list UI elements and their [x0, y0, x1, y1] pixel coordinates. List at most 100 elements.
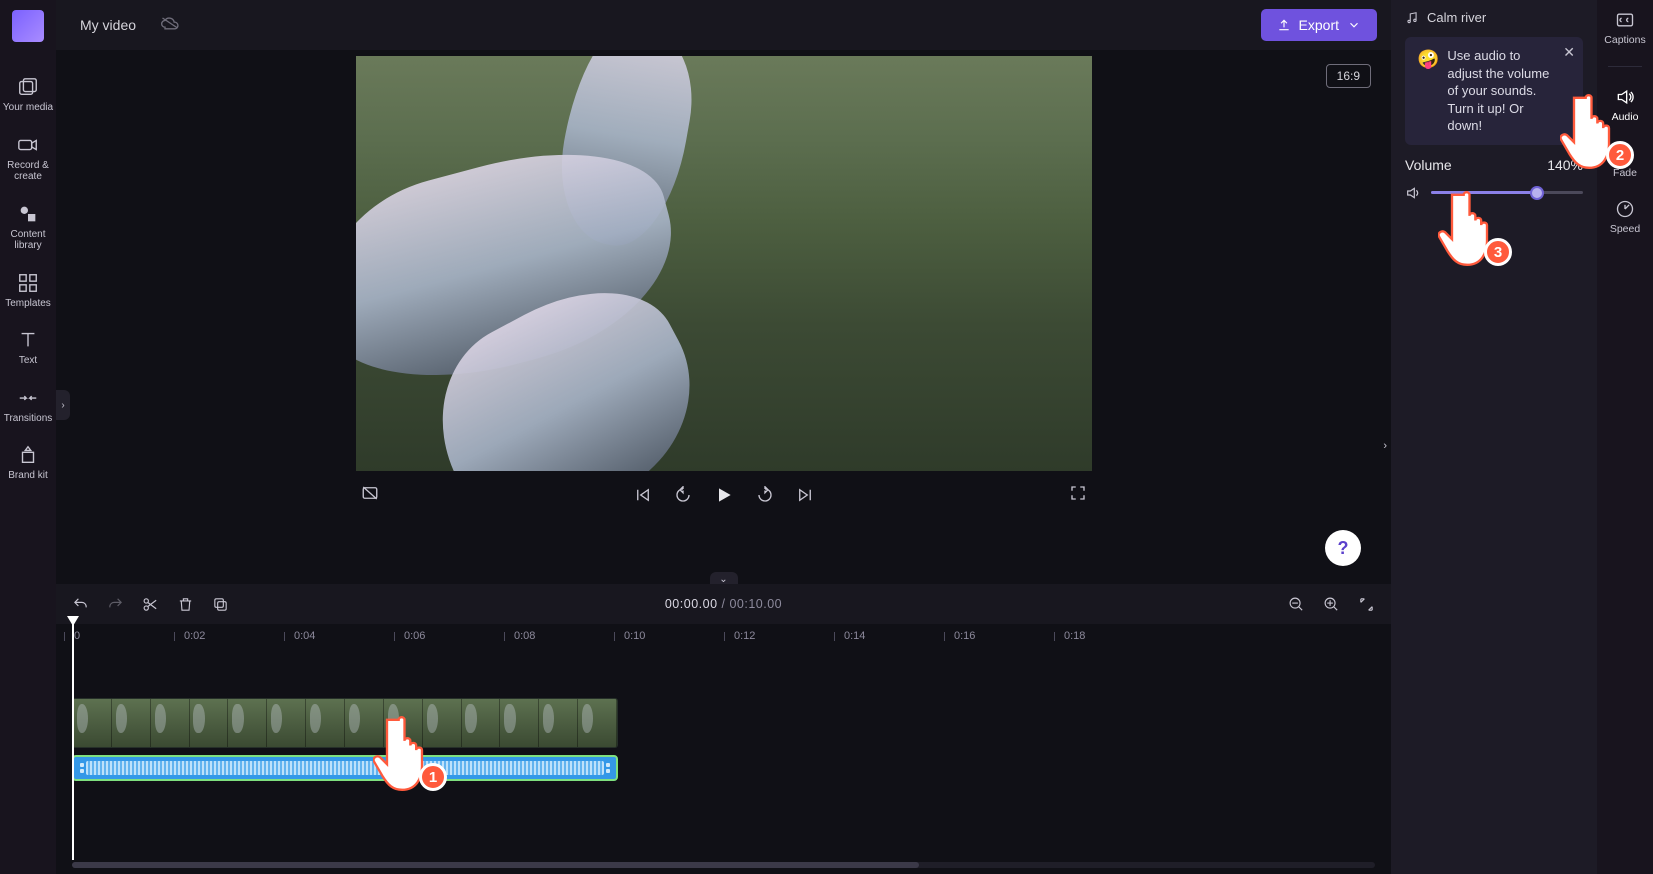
video-clip[interactable]: [72, 698, 618, 748]
selected-clip-title: Calm river: [1405, 10, 1583, 25]
skip-back-button[interactable]: [634, 486, 652, 504]
rail-audio[interactable]: Audio: [1612, 87, 1639, 123]
duplicate-button[interactable]: [212, 596, 229, 613]
ruler-tick: 0:08: [514, 630, 535, 642]
project-name-input[interactable]: My video: [70, 11, 146, 39]
ruler-tick: 0:18: [1064, 630, 1085, 642]
aspect-ratio-badge[interactable]: 16:9: [1326, 64, 1371, 88]
timeline-tracks[interactable]: [56, 654, 1391, 874]
upload-icon: [1277, 18, 1291, 32]
zoom-out-button[interactable]: [1288, 596, 1305, 613]
zoom-in-button[interactable]: [1323, 596, 1340, 613]
ruler-tick: 0:12: [734, 630, 755, 642]
nav-label: Content library: [2, 229, 54, 252]
fit-timeline-button[interactable]: [1358, 596, 1375, 613]
rail-label: Speed: [1610, 223, 1640, 235]
rail-speed[interactable]: Speed: [1610, 199, 1640, 235]
rail-captions[interactable]: Captions: [1604, 10, 1645, 46]
nav-transitions[interactable]: Transitions: [0, 383, 56, 429]
timecode-display: 00:00.00 / 00:10.00: [665, 597, 782, 611]
topbar: My video Export: [56, 0, 1391, 50]
rail-label: Captions: [1604, 34, 1645, 46]
ruler-tick: 0:16: [954, 630, 975, 642]
main-column: My video Export 16:9: [56, 0, 1391, 874]
music-note-icon: [1405, 11, 1419, 25]
tip-close-button[interactable]: ✕: [1563, 43, 1575, 62]
nav-your-media[interactable]: Your media: [0, 72, 56, 118]
rail-label: Fade: [1613, 167, 1637, 179]
cloud-sync-off-icon[interactable]: [160, 15, 180, 36]
nav-label: Your media: [3, 102, 53, 114]
right-panel-collapse-toggle[interactable]: ›: [1383, 440, 1387, 452]
ruler-tick: 0:14: [844, 630, 865, 642]
scrollbar-thumb[interactable]: [72, 862, 919, 868]
timeline-wrap: 00:00.00 / 00:10.00 0 0:02 0:04 0:06 0:0…: [56, 584, 1391, 874]
fullscreen-button[interactable]: [1069, 484, 1087, 507]
audio-clip[interactable]: [72, 755, 618, 781]
volume-row: Volume 140%: [1405, 157, 1583, 173]
volume-slider[interactable]: [1431, 191, 1583, 194]
timecode-duration: 00:10.00: [729, 597, 782, 611]
text-icon: [17, 329, 39, 351]
rail-label: Audio: [1612, 111, 1639, 123]
split-button[interactable]: [142, 596, 159, 613]
delete-button[interactable]: [177, 596, 194, 613]
captions-icon: [1615, 10, 1635, 30]
volume-label: Volume: [1405, 157, 1452, 173]
export-label: Export: [1299, 17, 1339, 33]
app-logo: [12, 10, 44, 42]
audio-properties-panel: Calm river 🤪 Use audio to adjust the vol…: [1391, 0, 1597, 874]
playhead[interactable]: [72, 620, 74, 860]
grid-icon: [17, 272, 39, 294]
timecode-current: 00:00.00: [665, 597, 718, 611]
clip-handle-left[interactable]: [80, 763, 84, 773]
nav-label: Text: [19, 355, 37, 367]
step-forward-button[interactable]: [756, 486, 774, 504]
nav-text[interactable]: Text: [0, 325, 56, 371]
rail-fade[interactable]: Fade: [1613, 143, 1637, 179]
ruler-tick: 0:10: [624, 630, 645, 642]
nav-label: Templates: [5, 298, 51, 310]
timeline-ruler[interactable]: 0 0:02 0:04 0:06 0:08 0:10 0:12 0:14 0:1…: [72, 624, 1375, 654]
speaker-icon[interactable]: [1405, 185, 1421, 201]
transition-icon: [17, 387, 39, 409]
ruler-tick: 0:02: [184, 630, 205, 642]
right-tool-rail: Captions Audio Fade Speed: [1597, 0, 1653, 874]
audio-icon: [1615, 87, 1635, 107]
redo-button[interactable]: [107, 596, 124, 613]
nav-label: Transitions: [4, 413, 53, 425]
media-stack-icon: [17, 76, 39, 98]
nav-templates[interactable]: Templates: [0, 268, 56, 314]
play-button[interactable]: [714, 485, 734, 505]
clip-name: Calm river: [1427, 10, 1486, 25]
help-button[interactable]: ?: [1325, 530, 1361, 566]
shapes-icon: [17, 203, 39, 225]
ruler-tick: 0:06: [404, 630, 425, 642]
nav-label: Record & create: [2, 160, 54, 183]
transport-controls: [353, 471, 1095, 519]
ruler-tick: 0: [74, 630, 80, 642]
export-button[interactable]: Export: [1261, 9, 1377, 41]
left-sidebar: Your media Record & create Content libra…: [0, 0, 56, 874]
hide-preview-icon[interactable]: [361, 484, 379, 507]
volume-value: 140%: [1547, 157, 1583, 173]
timeline-toolbar: 00:00.00 / 00:10.00: [56, 584, 1391, 624]
nav-brand-kit[interactable]: Brand kit: [0, 440, 56, 486]
speed-icon: [1615, 199, 1635, 219]
nav-content-library[interactable]: Content library: [0, 199, 56, 256]
nav-record-create[interactable]: Record & create: [0, 130, 56, 187]
tip-text: Use audio to adjust the volume of your s…: [1447, 47, 1553, 135]
clip-handle-right[interactable]: [606, 763, 610, 773]
preview-viewport[interactable]: [356, 56, 1092, 471]
brand-kit-icon: [17, 444, 39, 466]
tip-emoji-icon: 🤪: [1417, 47, 1439, 135]
undo-button[interactable]: [72, 596, 89, 613]
camera-icon: [17, 134, 39, 156]
skip-forward-button[interactable]: [796, 486, 814, 504]
ruler-tick: 0:04: [294, 630, 315, 642]
volume-slider-knob[interactable]: [1530, 186, 1544, 200]
timeline-scrollbar[interactable]: [72, 862, 1375, 868]
stage-area: 16:9 ? ⌄ ›: [56, 50, 1391, 584]
tip-card: 🤪 Use audio to adjust the volume of your…: [1405, 37, 1583, 145]
step-back-button[interactable]: [674, 486, 692, 504]
